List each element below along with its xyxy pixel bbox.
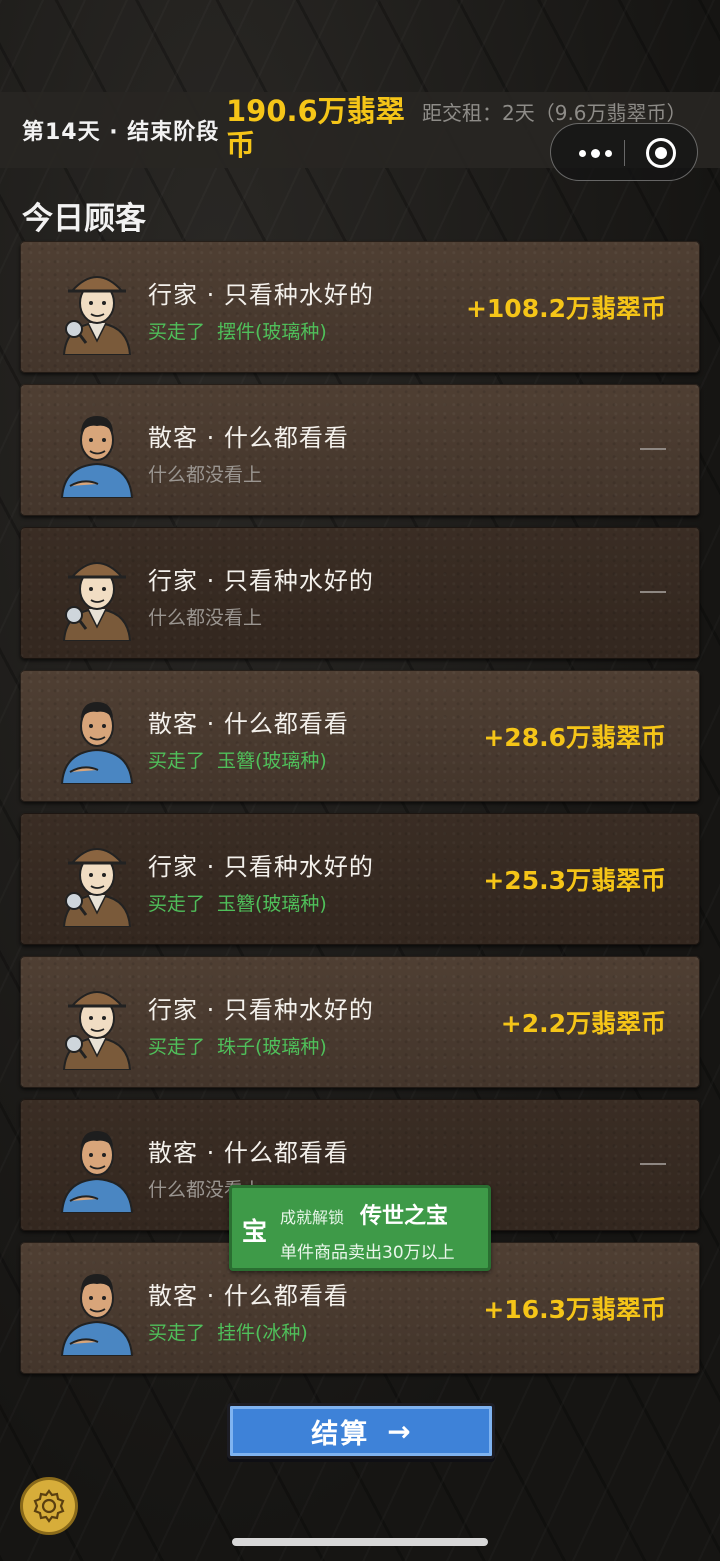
achievement-toast: 宝 成就解锁 传世之宝 单件商品卖出30万以上 (229, 1185, 491, 1271)
no-sale-dash (640, 591, 666, 593)
purchase-item: 玉簪(玻璃种) (217, 750, 327, 772)
purchase-item: 挂件(冰种) (217, 1322, 308, 1344)
more-dots-icon[interactable] (571, 142, 619, 164)
customer-purchase: 什么都没看上 (148, 460, 262, 487)
customer-name: 行家 · 只看种水好的 (148, 281, 374, 309)
money-total: 190.6万翡翠币 (226, 94, 405, 162)
purchase-item: 珠子(玻璃种) (217, 1036, 327, 1058)
casual-customer-avatar-icon (58, 688, 136, 785)
purchase-verb: 买走了 (148, 893, 206, 915)
section-title: 今日顾客 (22, 201, 146, 237)
customer-card: 行家 · 只看种水好的 买走了 珠子(玻璃种) +2.2万翡翠币 (20, 956, 700, 1088)
purchase-item: 摆件(玻璃种) (217, 321, 327, 343)
detective-avatar-icon (58, 259, 136, 356)
purchase-verb: 买走了 (148, 1036, 206, 1058)
customer-name: 行家 · 只看种水好的 (148, 996, 374, 1024)
capsule-divider (624, 140, 625, 166)
achievement-label: 成就解锁 (280, 1208, 345, 1227)
mini-program-capsule (550, 123, 698, 181)
customer-name: 散客 · 什么都看看 (148, 710, 349, 738)
no-sale-dash (640, 448, 666, 450)
customer-purchase: 买走了 摆件(玻璃种) (148, 317, 327, 344)
settle-label: 结算 (311, 1418, 370, 1450)
settle-button[interactable]: 结算 → (227, 1403, 495, 1459)
sale-amount: +2.2万翡翠币 (500, 1009, 666, 1038)
sale-amount: +108.2万翡翠币 (465, 294, 666, 323)
customer-purchase: 买走了 挂件(冰种) (148, 1318, 308, 1345)
sale-amount: +28.6万翡翠币 (483, 723, 666, 752)
purchase-verb: 买走了 (148, 1322, 206, 1344)
sale-amount: +25.3万翡翠币 (483, 866, 666, 895)
customer-purchase: 买走了 玉簪(玻璃种) (148, 746, 327, 773)
home-indicator (232, 1538, 488, 1546)
mini-program-close-icon[interactable] (646, 138, 676, 168)
achievement-subtitle: 单件商品卖出30万以上 (280, 1243, 455, 1263)
customer-card: 行家 · 只看种水好的 买走了 摆件(玻璃种) +108.2万翡翠币 (20, 241, 700, 373)
customer-name: 行家 · 只看种水好的 (148, 853, 374, 881)
customer-card: 散客 · 什么都看看 买走了 玉簪(玻璃种) +28.6万翡翠币 (20, 670, 700, 802)
detective-avatar-icon (58, 831, 136, 928)
customer-purchase: 买走了 玉簪(玻璃种) (148, 889, 327, 916)
purchase-verb: 买走了 (148, 750, 206, 772)
customer-name: 散客 · 什么都看看 (148, 1282, 349, 1310)
casual-customer-avatar-icon (58, 402, 136, 499)
gear-icon[interactable] (20, 1477, 78, 1535)
arrow-right-icon: → (387, 1414, 411, 1448)
sale-amount: +16.3万翡翠币 (483, 1295, 666, 1324)
purchase-verb: 买走了 (148, 321, 206, 343)
customer-name: 行家 · 只看种水好的 (148, 567, 374, 595)
customer-name: 散客 · 什么都看看 (148, 424, 349, 452)
customer-card: 行家 · 只看种水好的 买走了 玉簪(玻璃种) +25.3万翡翠币 (20, 813, 700, 945)
detective-avatar-icon (58, 974, 136, 1071)
customer-name: 散客 · 什么都看看 (148, 1139, 349, 1167)
casual-customer-avatar-icon (58, 1260, 136, 1357)
day-phase-label: 第14天 · 结束阶段 (22, 120, 220, 145)
purchase-item: 玉簪(玻璃种) (217, 893, 327, 915)
no-sale-dash (640, 1163, 666, 1165)
customer-purchase: 什么都没看上 (148, 603, 262, 630)
purchase-item: 什么都没看上 (148, 464, 263, 486)
detective-avatar-icon (58, 545, 136, 642)
treasure-icon: 宝 (242, 1217, 268, 1246)
customer-purchase: 买走了 珠子(玻璃种) (148, 1032, 327, 1059)
casual-customer-avatar-icon (58, 1117, 136, 1214)
achievement-title: 传世之宝 (360, 1204, 449, 1229)
customer-card: 行家 · 只看种水好的什么都没看上 (20, 527, 700, 659)
customer-card: 散客 · 什么都看看什么都没看上 (20, 384, 700, 516)
purchase-item: 什么都没看上 (148, 607, 263, 629)
